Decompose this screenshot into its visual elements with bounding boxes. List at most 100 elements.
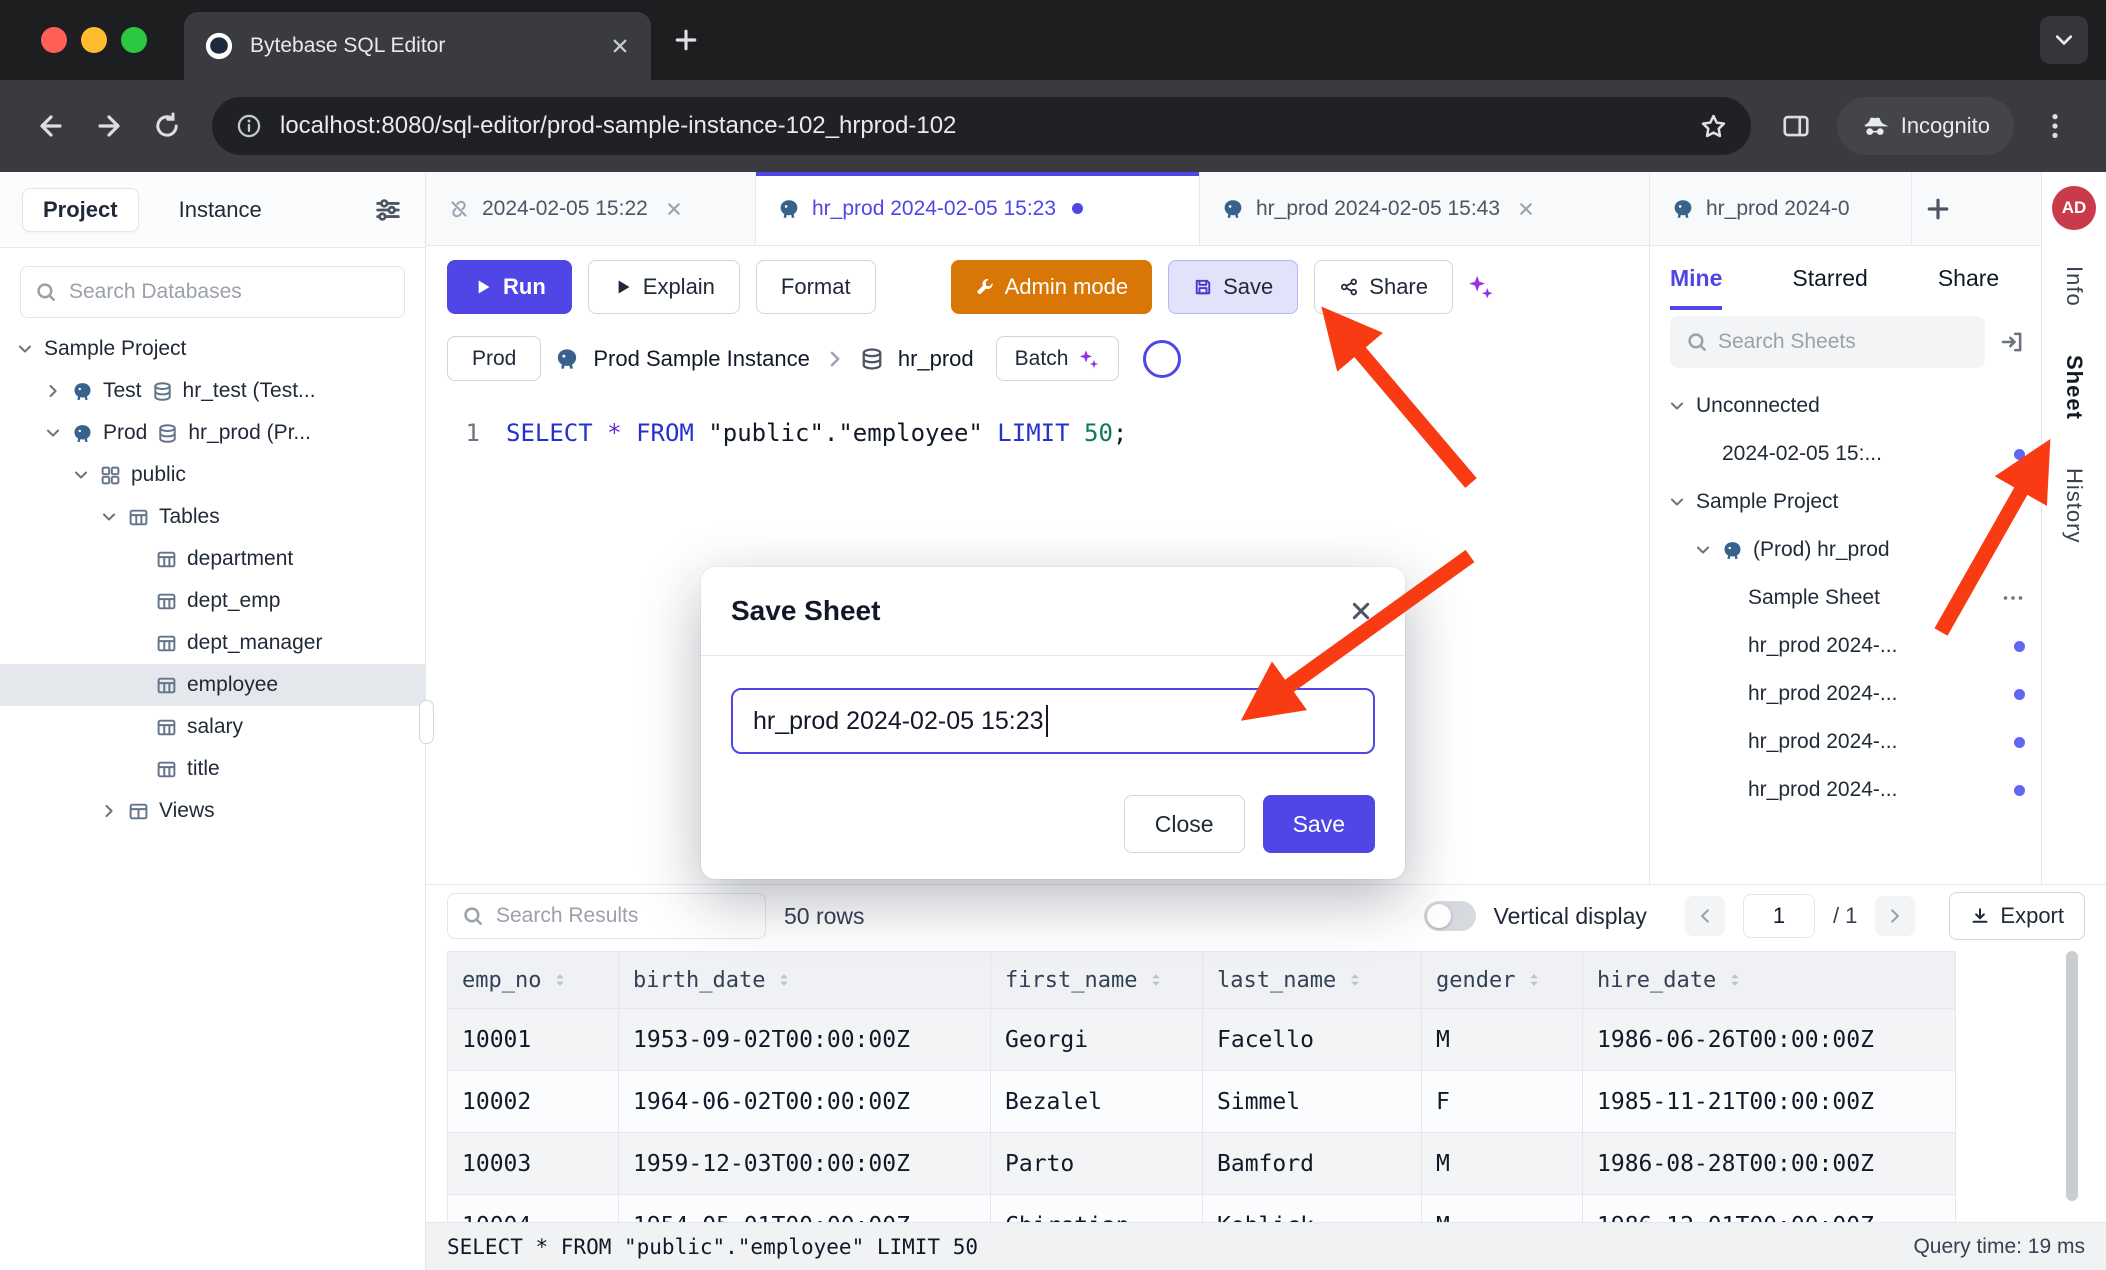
zoom-window-button[interactable] bbox=[121, 27, 147, 53]
column-header-birth_date[interactable]: birth_date bbox=[619, 952, 991, 1008]
tree-item-Views[interactable]: Views bbox=[0, 790, 425, 832]
sort-icon[interactable] bbox=[1346, 971, 1364, 989]
sheet-tab-Starred[interactable]: Starred bbox=[1792, 246, 1867, 310]
database-search-input[interactable]: Search Databases bbox=[20, 266, 405, 318]
column-header-last_name[interactable]: last_name bbox=[1203, 952, 1422, 1008]
chevron-down-icon[interactable] bbox=[44, 424, 62, 442]
query-tab[interactable]: 2024-02-05 15:22 bbox=[426, 172, 756, 245]
tree-item-Tables[interactable]: Tables bbox=[0, 496, 425, 538]
database-name[interactable]: hr_prod bbox=[898, 346, 974, 372]
assistant-icon[interactable] bbox=[1143, 340, 1181, 378]
sort-icon[interactable] bbox=[775, 971, 793, 989]
environment-chip[interactable]: Prod bbox=[447, 336, 541, 381]
results-scrollbar[interactable] bbox=[2066, 951, 2078, 1201]
tree-item-public[interactable]: public bbox=[0, 454, 425, 496]
back-button[interactable] bbox=[36, 111, 66, 141]
tree-item-Test[interactable]: Testhr_test (Test... bbox=[0, 370, 425, 412]
ai-sparkles-icon[interactable] bbox=[1467, 273, 1495, 301]
new-query-tab-button[interactable] bbox=[1924, 195, 1952, 223]
close-window-button[interactable] bbox=[41, 27, 67, 53]
vertical-tab-Info[interactable]: Info bbox=[2061, 266, 2087, 307]
sheet-item[interactable]: Sample Project bbox=[1650, 478, 2041, 526]
results-search-input[interactable]: Search Results bbox=[447, 893, 766, 939]
chevron-down-icon[interactable] bbox=[100, 508, 118, 526]
browser-menu-icon[interactable] bbox=[2040, 111, 2070, 141]
tree-item-Prod[interactable]: Prodhr_prod (Pr... bbox=[0, 412, 425, 454]
sheet-item[interactable]: hr_prod 2024-... bbox=[1650, 670, 2041, 718]
tree-item-Sample Project[interactable]: Sample Project bbox=[0, 328, 425, 370]
sheet-item[interactable]: Sample Sheet bbox=[1650, 574, 2041, 622]
tab-instance[interactable]: Instance bbox=[179, 197, 262, 223]
sort-icon[interactable] bbox=[1525, 971, 1543, 989]
forward-button[interactable] bbox=[94, 111, 124, 141]
chevron-down-icon[interactable] bbox=[72, 466, 90, 484]
bookmark-star-icon[interactable] bbox=[1700, 113, 1727, 140]
sheet-search-input[interactable]: Search Sheets bbox=[1670, 316, 1985, 368]
tree-item-dept_emp[interactable]: dept_emp bbox=[0, 580, 425, 622]
run-button[interactable]: Run bbox=[447, 260, 572, 314]
dialog-close-icon[interactable] bbox=[1347, 597, 1375, 625]
sort-icon[interactable] bbox=[551, 971, 569, 989]
browser-tab[interactable]: Bytebase SQL Editor bbox=[184, 12, 651, 80]
explain-button[interactable]: Explain bbox=[588, 260, 740, 314]
sheet-item[interactable]: hr_prod 2024-... bbox=[1650, 718, 2041, 766]
dialog-close-button[interactable]: Close bbox=[1124, 795, 1245, 853]
column-header-hire_date[interactable]: hire_date bbox=[1583, 952, 1956, 1008]
tree-item-title[interactable]: title bbox=[0, 748, 425, 790]
save-button[interactable]: Save bbox=[1168, 260, 1298, 314]
prev-page-button[interactable] bbox=[1685, 896, 1725, 936]
tab-search-button[interactable] bbox=[2040, 16, 2088, 64]
next-page-button[interactable] bbox=[1875, 896, 1915, 936]
share-button[interactable]: Share bbox=[1314, 260, 1453, 314]
vertical-tab-Sheet[interactable]: Sheet bbox=[2061, 355, 2087, 420]
tree-item-dept_manager[interactable]: dept_manager bbox=[0, 622, 425, 664]
more-menu-icon[interactable] bbox=[2001, 586, 2025, 610]
query-tab[interactable]: hr_prod 2024-0 bbox=[1650, 172, 1912, 245]
sheet-item[interactable]: (Prod) hr_prod bbox=[1650, 526, 2041, 574]
close-icon[interactable] bbox=[1516, 199, 1536, 219]
close-icon[interactable] bbox=[664, 199, 684, 219]
chevron-down-icon[interactable] bbox=[1694, 541, 1712, 559]
collapse-panel-icon[interactable] bbox=[1999, 329, 2025, 355]
sheet-tab-Share[interactable]: Share bbox=[1938, 246, 1999, 310]
vertical-display-toggle[interactable] bbox=[1424, 901, 1476, 931]
sheet-tab-Mine[interactable]: Mine bbox=[1670, 246, 1722, 310]
user-avatar[interactable]: AD bbox=[2052, 186, 2096, 230]
address-bar[interactable]: localhost:8080/sql-editor/prod-sample-in… bbox=[212, 97, 1751, 155]
sort-icon[interactable] bbox=[1726, 971, 1744, 989]
format-button[interactable]: Format bbox=[756, 260, 876, 314]
sheet-name-input[interactable]: hr_prod 2024-02-05 15:23 bbox=[731, 688, 1375, 754]
instance-name[interactable]: Prod Sample Instance bbox=[593, 346, 809, 372]
site-info-icon[interactable] bbox=[236, 113, 262, 139]
sort-icon[interactable] bbox=[1147, 971, 1165, 989]
panel-resize-handle[interactable] bbox=[419, 700, 434, 744]
tree-item-salary[interactable]: salary bbox=[0, 706, 425, 748]
tab-close-icon[interactable] bbox=[609, 35, 631, 57]
chevron-right-icon[interactable] bbox=[44, 382, 62, 400]
sheet-item[interactable]: Unconnected bbox=[1650, 382, 2041, 430]
filter-icon[interactable] bbox=[373, 195, 403, 225]
minimize-window-button[interactable] bbox=[81, 27, 107, 53]
page-input[interactable]: 1 bbox=[1743, 894, 1815, 938]
side-panel-icon[interactable] bbox=[1781, 111, 1811, 141]
tree-item-employee[interactable]: employee bbox=[0, 664, 425, 706]
query-tab[interactable]: hr_prod 2024-02-05 15:23 bbox=[756, 172, 1200, 245]
column-header-gender[interactable]: gender bbox=[1422, 952, 1583, 1008]
sheet-item[interactable]: hr_prod 2024-... bbox=[1650, 766, 2041, 814]
sql-editor[interactable]: 1 SELECT * FROM "public"."employee" LIMI… bbox=[426, 415, 1649, 451]
chevron-down-icon[interactable] bbox=[1668, 493, 1686, 511]
reload-button[interactable] bbox=[152, 111, 182, 141]
sheet-item[interactable]: hr_prod 2024-... bbox=[1650, 622, 2041, 670]
chevron-down-icon[interactable] bbox=[16, 340, 34, 358]
tree-item-department[interactable]: department bbox=[0, 538, 425, 580]
tab-project[interactable]: Project bbox=[22, 188, 139, 232]
vertical-tab-History[interactable]: History bbox=[2061, 468, 2087, 543]
column-header-emp_no[interactable]: emp_no bbox=[448, 952, 619, 1008]
new-tab-button[interactable] bbox=[672, 26, 700, 54]
column-header-first_name[interactable]: first_name bbox=[991, 952, 1203, 1008]
chevron-right-icon[interactable] bbox=[100, 802, 118, 820]
batch-button[interactable]: Batch bbox=[996, 336, 1120, 381]
dialog-save-button[interactable]: Save bbox=[1263, 795, 1375, 853]
admin-mode-button[interactable]: Admin mode bbox=[951, 260, 1153, 314]
chevron-down-icon[interactable] bbox=[1668, 397, 1686, 415]
